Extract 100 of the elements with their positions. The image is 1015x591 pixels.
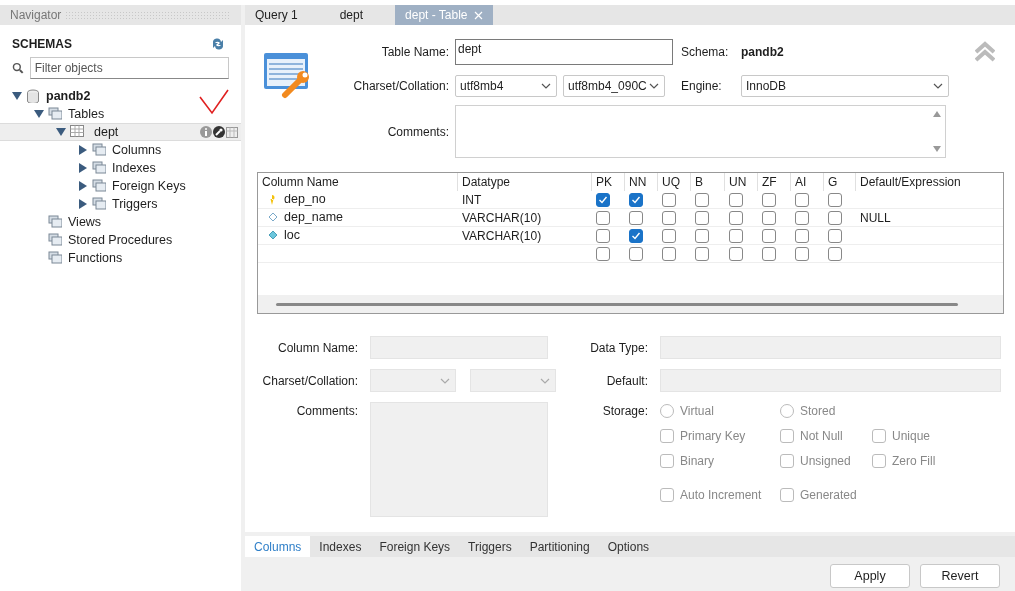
checkbox[interactable] bbox=[729, 210, 743, 225]
column-header[interactable]: PK bbox=[592, 173, 625, 191]
comments-field[interactable] bbox=[455, 105, 946, 158]
charset-dropdown[interactable]: utf8mb4 bbox=[455, 75, 557, 97]
checkbox[interactable] bbox=[695, 228, 709, 243]
check-icon bbox=[631, 230, 641, 241]
bottom-tab[interactable]: Triggers bbox=[459, 536, 521, 557]
checkbox[interactable] bbox=[729, 192, 743, 207]
data-type-field[interactable] bbox=[660, 336, 1001, 359]
comments-field[interactable] bbox=[370, 402, 548, 517]
checkbox[interactable] bbox=[596, 228, 610, 243]
wrench-icon bbox=[213, 126, 225, 138]
tree-item[interactable]: Columns bbox=[0, 141, 241, 159]
editor-tab[interactable]: Query 1 bbox=[245, 5, 308, 25]
checkbox[interactable] bbox=[662, 192, 676, 207]
field-label: Charset/Collation: bbox=[352, 78, 449, 95]
checkbox[interactable] bbox=[762, 210, 776, 225]
field-label: Default: bbox=[605, 372, 648, 390]
bottom-tab[interactable]: Partitioning bbox=[520, 536, 599, 557]
checkbox[interactable] bbox=[795, 246, 809, 261]
schema-name: pandb2 bbox=[741, 44, 785, 61]
checkbox[interactable] bbox=[596, 192, 610, 207]
option-label: Not Null bbox=[800, 427, 843, 445]
column-header[interactable]: Default/Expression bbox=[856, 173, 1003, 191]
checkbox[interactable] bbox=[762, 228, 776, 243]
checkbox[interactable] bbox=[695, 192, 709, 207]
tree-item[interactable]: Stored Procedures bbox=[0, 231, 241, 249]
engine-dropdown[interactable]: InnoDB bbox=[741, 75, 949, 97]
collapse-icon bbox=[975, 41, 995, 63]
option-label: Unique bbox=[892, 427, 931, 445]
column-header[interactable]: UN bbox=[725, 173, 758, 191]
checkbox[interactable] bbox=[629, 210, 643, 225]
checkbox[interactable] bbox=[828, 192, 842, 207]
checkbox[interactable] bbox=[596, 210, 610, 225]
checkbox[interactable] bbox=[662, 228, 676, 243]
tree-item[interactable]: Indexes bbox=[0, 159, 241, 177]
checkbox[interactable] bbox=[795, 210, 809, 225]
checkbox[interactable] bbox=[828, 210, 842, 225]
column-header[interactable]: NN bbox=[625, 173, 658, 191]
checkbox[interactable] bbox=[762, 192, 776, 207]
field-label: Engine: bbox=[680, 78, 723, 95]
section-title: SCHEMAS bbox=[12, 36, 72, 53]
checkbox[interactable] bbox=[629, 246, 643, 261]
option-label: Stored bbox=[800, 402, 836, 420]
field-label: Schema: bbox=[680, 44, 730, 61]
database-icon bbox=[26, 89, 40, 103]
tree-item[interactable]: Tables bbox=[0, 105, 241, 123]
checkbox[interactable] bbox=[695, 246, 709, 261]
table-cell: VARCHAR(10) bbox=[462, 210, 542, 225]
checkbox[interactable] bbox=[828, 228, 842, 243]
checkbox[interactable] bbox=[629, 228, 643, 243]
bottom-tab[interactable]: Columns bbox=[245, 536, 311, 557]
tree-item[interactable]: pandb2 bbox=[0, 87, 241, 105]
column-header[interactable]: AI bbox=[791, 173, 824, 191]
table-name-field[interactable]: dept bbox=[455, 39, 673, 65]
tree-item[interactable]: dept bbox=[0, 123, 241, 141]
scrollbar[interactable] bbox=[276, 302, 958, 306]
collation-dropdown[interactable]: utf8mb4_090C bbox=[563, 75, 665, 97]
folder-icon bbox=[92, 197, 106, 211]
column-header[interactable]: UQ bbox=[658, 173, 691, 191]
checkbox[interactable] bbox=[795, 228, 809, 243]
panel-title: Navigator bbox=[10, 7, 62, 24]
column-header[interactable]: Datatype bbox=[458, 173, 592, 191]
default-field[interactable] bbox=[660, 369, 1001, 392]
folder-icon bbox=[48, 215, 62, 229]
tree-item[interactable]: Views bbox=[0, 213, 241, 231]
check-icon bbox=[631, 194, 641, 205]
action-button[interactable]: Revert bbox=[920, 564, 1000, 588]
bottom-tab[interactable]: Indexes bbox=[310, 536, 371, 557]
checkbox[interactable] bbox=[762, 246, 776, 261]
action-button[interactable]: Apply bbox=[830, 564, 910, 588]
column-header[interactable]: G bbox=[824, 173, 856, 191]
checkbox[interactable] bbox=[596, 246, 610, 261]
checkbox[interactable] bbox=[629, 192, 643, 207]
checkbox[interactable] bbox=[695, 210, 709, 225]
field-label: Charset/Collation: bbox=[261, 372, 358, 390]
tree-item[interactable]: Triggers bbox=[0, 195, 241, 213]
checkbox[interactable] bbox=[828, 246, 842, 261]
bottom-tab[interactable]: Options bbox=[598, 536, 659, 557]
option-label: Unsigned bbox=[800, 452, 851, 470]
column-header[interactable]: ZF bbox=[758, 173, 791, 191]
checkbox[interactable] bbox=[729, 228, 743, 243]
checkbox[interactable] bbox=[662, 210, 676, 225]
folder-icon bbox=[92, 179, 106, 193]
table-cell-text: dep_name bbox=[284, 209, 344, 227]
checkbox[interactable] bbox=[662, 246, 676, 261]
checkbox[interactable] bbox=[729, 246, 743, 261]
editor-tab[interactable]: dept bbox=[329, 5, 374, 25]
field-label: Data Type: bbox=[589, 339, 648, 357]
bottom-tab[interactable]: Foreign Keys bbox=[370, 536, 460, 557]
info-icon bbox=[200, 126, 212, 138]
table-editor-icon bbox=[263, 51, 311, 99]
column-header[interactable]: Column Name bbox=[258, 173, 458, 191]
field-label: Column Name: bbox=[276, 339, 358, 357]
table-cell: VARCHAR(10) bbox=[462, 228, 542, 243]
filter-field[interactable]: Filter objects bbox=[29, 57, 229, 79]
tree-item[interactable]: Functions bbox=[0, 249, 241, 267]
column-header[interactable]: B bbox=[691, 173, 725, 191]
checkbox[interactable] bbox=[795, 192, 809, 207]
tree-item[interactable]: Foreign Keys bbox=[0, 177, 241, 195]
